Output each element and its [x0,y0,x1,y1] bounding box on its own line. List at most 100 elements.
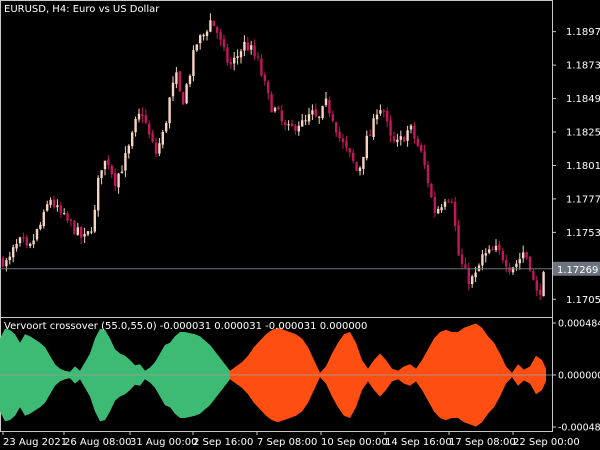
bear-candle [212,20,215,27]
bull-candle [239,51,243,58]
bull-candle [362,156,365,169]
bear-candle [539,289,542,295]
price-tick-label: 1.18970 [566,27,600,38]
time-tick-label: 17 Sep 08:00 [449,437,516,448]
bull-candle [39,224,42,230]
bull-candle [185,84,188,104]
bear-candle [525,252,528,258]
bear-candle [1,258,5,267]
bear-candle [154,142,158,154]
bear-candle [110,165,113,175]
bull-candle [542,272,545,297]
bull-candle [437,208,440,214]
bear-candle [430,184,433,198]
bull-candle [175,72,178,84]
bull-candle [103,160,107,170]
bear-candle [369,134,372,137]
bull-candle [297,125,300,132]
bear-candle [382,110,385,112]
oscillator-tick-label: -0.000484 [558,423,600,434]
bull-candle [471,276,474,285]
bear-candle [447,200,450,202]
bull-candle [375,114,379,120]
oscillator-layer [0,323,552,427]
bear-candle [22,237,25,239]
bear-candle [256,56,260,58]
bear-candle [338,131,341,139]
indicator-title: Vervoort crossover (55.0,55.0) -0.000031… [4,321,367,332]
bull-candle [209,20,212,32]
time-tick-label: 7 Sep 08:00 [257,437,317,448]
bear-candle [267,82,270,94]
bull-candle [12,247,15,258]
bear-candle [69,219,73,221]
bull-candle [443,201,447,207]
bull-candle [124,153,127,171]
bear-candle [416,138,419,146]
bull-candle [233,57,236,64]
bull-candle [117,173,120,188]
time-tick-label: 10 Sep 00:00 [321,437,388,448]
bear-candle [226,47,229,63]
current-price-label: 1.17269 [557,265,598,276]
bull-candle [42,211,45,227]
bear-candle [532,271,535,280]
bear-candle [335,122,338,133]
bull-candle [29,243,32,247]
bear-candle [178,71,181,92]
bear-candle [314,109,317,117]
bull-candle [518,259,521,264]
bull-candle [250,45,253,50]
bear-candle [73,221,76,235]
bull-candle [396,139,399,143]
bull-candle [307,114,311,122]
bear-candle [182,92,185,105]
time-axis: 23 Aug 202126 Aug 08:0031 Aug 00:002 Sep… [2,431,580,448]
bull-candle [311,110,314,115]
bull-candle [511,267,515,273]
bear-candle [345,140,348,148]
bull-candle [205,31,209,37]
bull-candle [202,34,205,37]
price-tick-label: 1.18490 [566,94,600,105]
bull-candle [494,245,498,251]
bear-candle [260,58,263,76]
bull-candle [161,132,164,145]
bear-candle [450,201,453,203]
bear-candle [219,32,222,41]
bear-candle [389,120,392,136]
bear-candle [508,267,511,272]
bear-candle [59,205,62,213]
trading-terminal: 1.18970 1.18730 1.18490 1.18250 1.18010 1.177… [0,0,600,450]
bear-candle [355,161,358,171]
bear-candle [253,45,256,56]
bull-candle [100,170,103,178]
bull-candle [515,263,518,268]
bear-candle [464,264,467,268]
bull-candle [199,35,202,44]
bull-candle [440,207,443,211]
bull-candle [137,113,141,120]
bull-candle [90,231,93,233]
bull-candle [304,120,307,122]
bull-candle [195,44,198,51]
bull-candle [372,118,375,137]
chart-canvas[interactable]: 1.18970 1.18730 1.18490 1.18250 1.18010 1.177… [0,0,600,450]
bear-candle [498,244,501,251]
bear-candle [270,94,273,113]
bull-candle [86,231,90,235]
bear-candle [25,237,28,246]
bear-candle [352,152,355,161]
bear-candle [80,227,83,238]
bull-candle [379,110,382,114]
price-tick-label: 1.18250 [566,128,600,139]
bull-candle [83,233,86,237]
bull-candle [188,75,192,84]
time-tick-label: 31 Aug 00:00 [130,437,197,448]
bull-candle [488,249,491,253]
bull-candle [192,50,195,77]
bull-candle [5,260,8,267]
bull-candle [76,227,79,235]
bull-candle [287,124,290,126]
bull-candle [97,177,100,211]
